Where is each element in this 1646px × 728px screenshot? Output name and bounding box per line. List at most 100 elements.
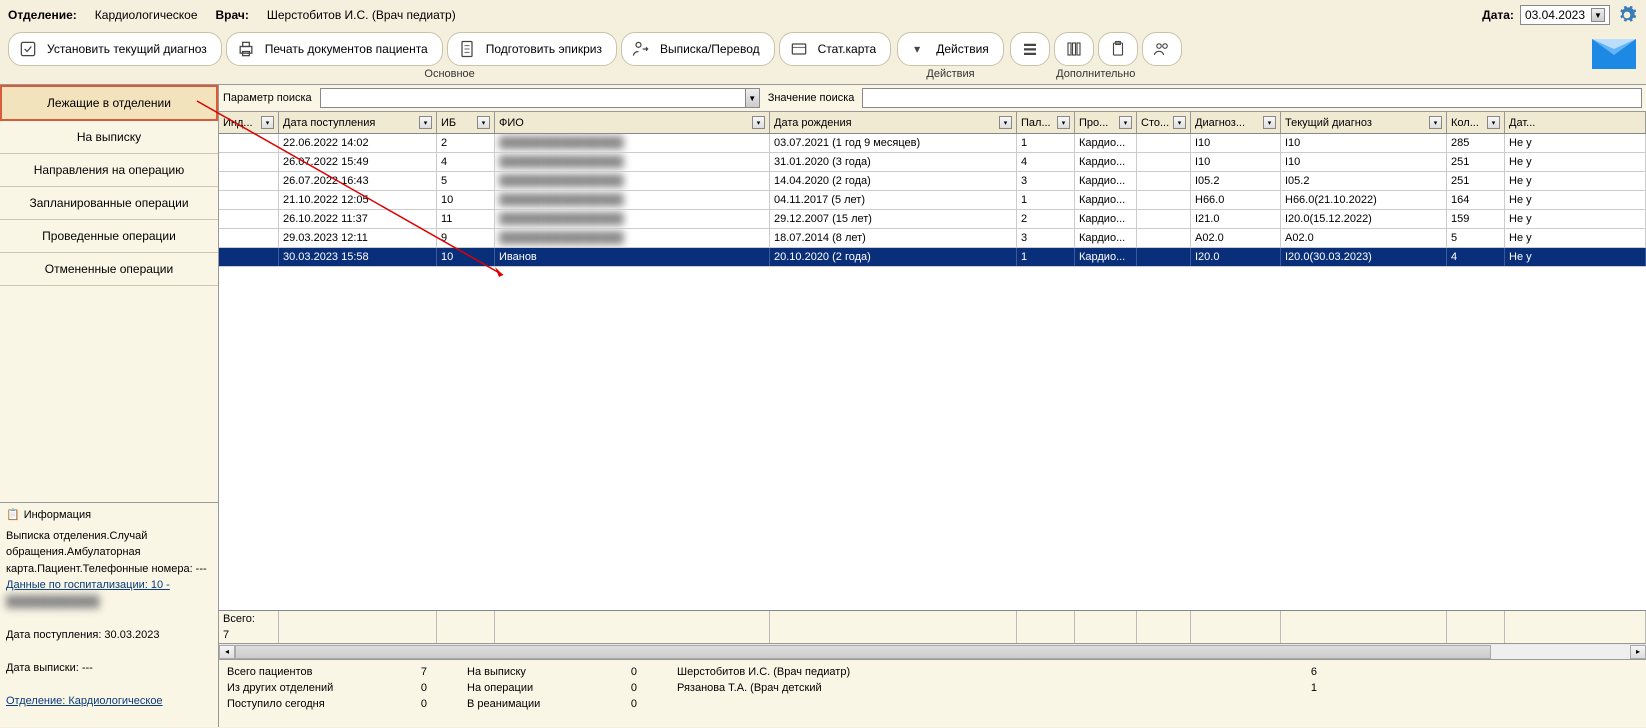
table-row[interactable]: 26.07.2022 16:435████████████████14.04.2… [219, 172, 1646, 191]
cell: A02.0 [1191, 229, 1281, 247]
col-header-dat2[interactable]: Дат... [1505, 112, 1646, 133]
cell [219, 172, 279, 190]
table-row[interactable]: 29.03.2023 12:119████████████████18.07.2… [219, 229, 1646, 248]
info-dept-link[interactable]: Отделение: Кардиологическое [6, 693, 212, 710]
discharge-button[interactable]: Выписка/Перевод [621, 32, 775, 66]
scroll-thumb[interactable] [235, 645, 1491, 659]
cell [1137, 248, 1191, 266]
search-value-input[interactable] [862, 88, 1642, 108]
cell: H66.0 [1191, 191, 1281, 209]
cell: I10 [1191, 134, 1281, 152]
sidebar-item-planned-surgeries[interactable]: Запланированные операции [0, 187, 218, 220]
transfer-icon [630, 38, 652, 60]
sidebar-item-done-surgeries[interactable]: Проведенные операции [0, 220, 218, 253]
col-header-sto[interactable]: Сто...▾ [1137, 112, 1191, 133]
scroll-left-button[interactable]: ◂ [219, 645, 235, 659]
col-header-current-diag[interactable]: Текущий диагноз▾ [1281, 112, 1447, 133]
filter-button[interactable]: ▾ [999, 116, 1012, 129]
col-header-admit-date[interactable]: Дата поступления▾ [279, 112, 437, 133]
col-header-dob[interactable]: Дата рождения▾ [770, 112, 1017, 133]
cell [219, 153, 279, 171]
stat-card-button[interactable]: Стат.карта [779, 32, 892, 66]
table-row[interactable]: 22.06.2022 14:022████████████████03.07.2… [219, 134, 1646, 153]
dept-value: Кардиологическое [95, 8, 198, 22]
top-bar: Отделение: Кардиологическое Врач: Шерсто… [0, 0, 1646, 30]
date-dropdown-button[interactable]: ▼ [1591, 8, 1605, 22]
filter-button[interactable]: ▾ [419, 116, 432, 129]
horizontal-scrollbar[interactable]: ◂ ▸ [219, 643, 1646, 659]
filter-button[interactable]: ▾ [752, 116, 765, 129]
info-hospitalization-link[interactable]: Данные по госпитализации: 10 - [6, 577, 212, 594]
grid-header: Инд...▾ Дата поступления▾ ИБ▾ ФИО▾ Дата … [219, 112, 1646, 134]
cell: 1 [1017, 134, 1075, 152]
table-row[interactable]: 30.03.2023 15:5810Иванов20.10.2020 (2 го… [219, 248, 1646, 267]
filter-button[interactable]: ▾ [1119, 116, 1132, 129]
doctor-value: Шерстобитов И.С. (Врач педиатр) [267, 8, 456, 22]
settings-gear-icon[interactable] [1616, 4, 1638, 26]
prepare-epicrisis-button[interactable]: Подготовить эпикриз [447, 32, 617, 66]
col-header-count[interactable]: Кол...▾ [1447, 112, 1505, 133]
totals-count: 7 [219, 627, 279, 643]
print-docs-button[interactable]: Печать документов пациента [226, 32, 443, 66]
extra-button-4[interactable] [1142, 32, 1182, 66]
filter-button[interactable]: ▾ [261, 116, 274, 129]
search-param-combo[interactable]: ▼ [320, 88, 760, 108]
col-header-diag[interactable]: Диагноз...▾ [1191, 112, 1281, 133]
search-param-input[interactable] [321, 91, 745, 105]
scroll-right-button[interactable]: ▸ [1630, 645, 1646, 659]
cell: 251 [1447, 153, 1505, 171]
content-area: Лежащие в отделении На выписку Направлен… [0, 84, 1646, 727]
cell: ████████████████ [495, 210, 770, 228]
cell: Не у [1505, 229, 1646, 247]
diagnosis-icon [17, 38, 39, 60]
table-row[interactable]: 26.07.2022 15:494████████████████31.01.2… [219, 153, 1646, 172]
list-icon [1019, 38, 1041, 60]
stat-row: Шерстобитов И.С. (Врач педиатр)6 [677, 666, 1317, 678]
cell: 22.06.2022 14:02 [279, 134, 437, 152]
totals-label: Всего: [219, 611, 279, 627]
cell: 1 [1017, 191, 1075, 209]
cell: 4 [437, 153, 495, 171]
date-input[interactable]: 03.04.2023 ▼ [1520, 5, 1610, 25]
col-header-ward[interactable]: Пал...▾ [1017, 112, 1075, 133]
sidebar-item-discharge[interactable]: На выписку [0, 121, 218, 154]
group-extra-label: Дополнительно [1056, 66, 1135, 84]
cell: Не у [1505, 191, 1646, 209]
books-icon [1063, 38, 1085, 60]
search-param-dropdown[interactable]: ▼ [745, 89, 759, 107]
mail-icon[interactable] [1590, 32, 1638, 72]
filter-button[interactable]: ▾ [477, 116, 490, 129]
grid-body[interactable]: 22.06.2022 14:022████████████████03.07.2… [219, 134, 1646, 610]
info-redacted: ████████████ [6, 594, 212, 611]
filter-button[interactable]: ▾ [1173, 116, 1186, 129]
cell: 03.07.2021 (1 год 9 месяцев) [770, 134, 1017, 152]
cell: 20.10.2020 (2 года) [770, 248, 1017, 266]
cell: 31.01.2020 (3 года) [770, 153, 1017, 171]
sidebar-item-patients-in-dept[interactable]: Лежащие в отделении [0, 85, 218, 121]
cell [1137, 191, 1191, 209]
cell: 10 [437, 191, 495, 209]
sidebar-item-cancelled-surgeries[interactable]: Отмененные операции [0, 253, 218, 286]
sidebar-item-surgery-referrals[interactable]: Направления на операцию [0, 154, 218, 187]
table-row[interactable]: 26.10.2022 11:3711████████████████29.12.… [219, 210, 1646, 229]
group-main-label: Основное [424, 66, 474, 84]
filter-button[interactable]: ▾ [1057, 116, 1070, 129]
filter-button[interactable]: ▾ [1487, 116, 1500, 129]
date-label: Дата: [1482, 8, 1514, 22]
search-bar: Параметр поиска ▼ Значение поиска [219, 85, 1646, 112]
extra-button-2[interactable] [1054, 32, 1094, 66]
set-diagnosis-button[interactable]: Установить текущий диагноз [8, 32, 222, 66]
col-header-profile[interactable]: Про...▾ [1075, 112, 1137, 133]
scroll-track[interactable] [235, 645, 1630, 659]
actions-button[interactable]: ▾ Действия [897, 32, 1004, 66]
col-header-ib[interactable]: ИБ▾ [437, 112, 495, 133]
stat-row: Из других отделений0 [227, 682, 427, 694]
col-header-index[interactable]: Инд...▾ [219, 112, 279, 133]
filter-button[interactable]: ▾ [1263, 116, 1276, 129]
col-header-fio[interactable]: ФИО▾ [495, 112, 770, 133]
table-row[interactable]: 21.10.2022 12:0510████████████████04.11.… [219, 191, 1646, 210]
extra-button-1[interactable] [1010, 32, 1050, 66]
filter-button[interactable]: ▾ [1429, 116, 1442, 129]
footer-col-3: Шерстобитов И.С. (Врач педиатр)6Рязанова… [677, 666, 1317, 721]
extra-button-3[interactable] [1098, 32, 1138, 66]
